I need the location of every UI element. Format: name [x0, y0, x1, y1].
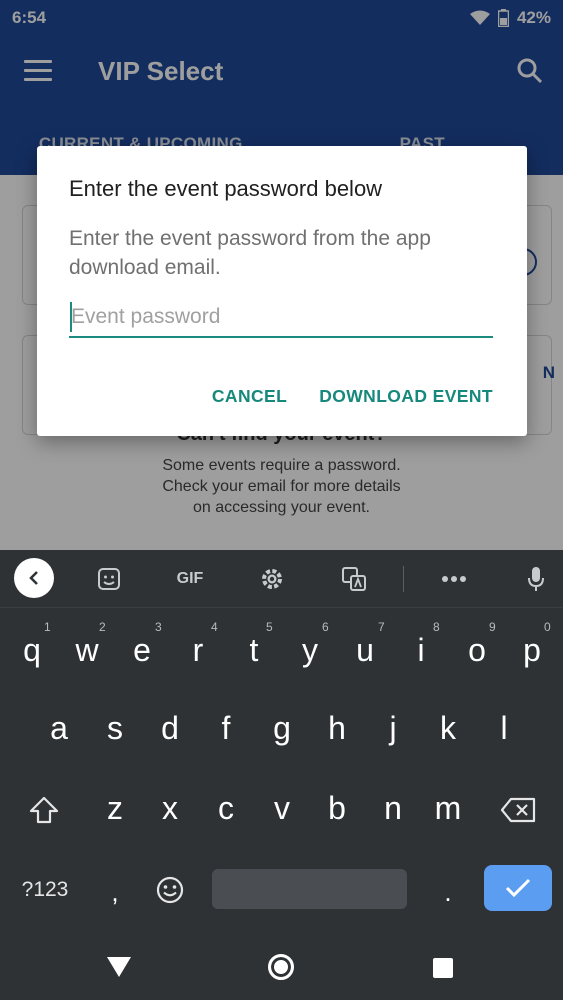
recents-square-icon[interactable] [433, 958, 453, 978]
check-icon [505, 878, 531, 898]
space-bar[interactable] [212, 869, 407, 909]
password-dialog: Enter the event password below Enter the… [37, 146, 527, 436]
key-h[interactable]: h [312, 698, 362, 758]
sticker-icon[interactable] [96, 564, 122, 594]
key-hint: 9 [489, 620, 496, 634]
emoji-icon[interactable] [150, 872, 190, 908]
key-n[interactable]: n [368, 778, 418, 838]
key-j[interactable]: j [368, 698, 418, 758]
key-c[interactable]: c [201, 778, 251, 838]
key-hint: 4 [211, 620, 218, 634]
more-icon[interactable] [440, 564, 468, 594]
key-x[interactable]: x [145, 778, 195, 838]
translate-icon[interactable] [340, 564, 368, 594]
dialog-actions: CANCEL DOWNLOAD EVENT [212, 386, 493, 407]
gear-icon[interactable] [258, 564, 286, 594]
key-hint: 5 [266, 620, 273, 634]
soft-keyboard: GIF q w e r t y u i o p 1 2 3 4 5 6 7 8 [0, 550, 563, 928]
system-nav-bar [0, 928, 563, 1000]
key-s[interactable]: s [90, 698, 140, 758]
key-comma[interactable]: , [90, 862, 140, 922]
download-event-button[interactable]: DOWNLOAD EVENT [319, 386, 493, 407]
key-hint: 3 [155, 620, 162, 634]
home-circle-icon[interactable] [268, 954, 294, 980]
enter-key[interactable] [484, 865, 552, 911]
key-b[interactable]: b [312, 778, 362, 838]
key-a[interactable]: a [34, 698, 84, 758]
key-k[interactable]: k [423, 698, 473, 758]
key-hint: 8 [433, 620, 440, 634]
key-l[interactable]: l [479, 698, 529, 758]
cancel-button[interactable]: CANCEL [212, 386, 287, 407]
key-period[interactable]: . [423, 862, 473, 922]
text-cursor [70, 302, 72, 332]
microphone-icon[interactable] [524, 564, 548, 594]
event-password-input[interactable] [69, 300, 493, 338]
backspace-icon[interactable] [496, 792, 540, 828]
dialog-message: Enter the event password from the app do… [69, 227, 431, 279]
chevron-left-icon[interactable] [14, 558, 54, 598]
key-hint: 1 [44, 620, 51, 634]
key-hint: 0 [544, 620, 551, 634]
key-d[interactable]: d [145, 698, 195, 758]
key-hint: 6 [322, 620, 329, 634]
key-f[interactable]: f [201, 698, 251, 758]
key-m[interactable]: m [423, 778, 473, 838]
dialog-title: Enter the event password below [69, 176, 383, 201]
key-g[interactable]: g [257, 698, 307, 758]
back-triangle-icon[interactable] [107, 957, 131, 977]
key-hint: 7 [378, 620, 385, 634]
toolbar-divider [403, 566, 404, 592]
keyboard-toolbar: GIF [0, 550, 563, 608]
key-v[interactable]: v [257, 778, 307, 838]
shift-icon[interactable] [22, 790, 66, 830]
key-z[interactable]: z [90, 778, 140, 838]
key-hint: 2 [99, 620, 106, 634]
gif-button[interactable]: GIF [170, 564, 210, 594]
symbols-key[interactable]: ?123 [10, 870, 80, 910]
